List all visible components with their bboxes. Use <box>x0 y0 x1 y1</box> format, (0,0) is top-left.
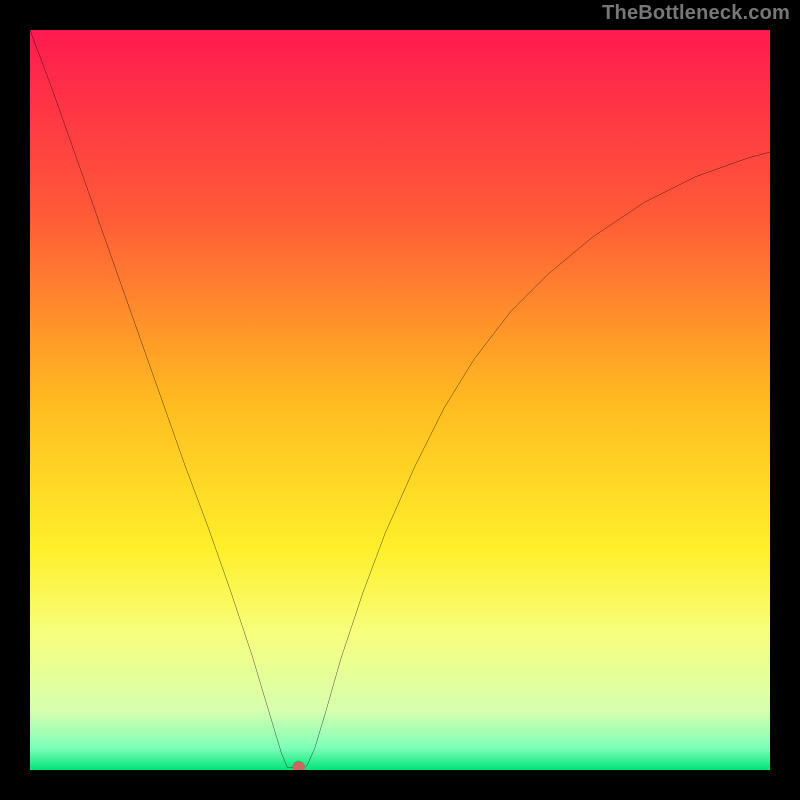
chart-frame: TheBottleneck.com <box>0 0 800 800</box>
watermark-text: TheBottleneck.com <box>602 2 790 25</box>
bottleneck-chart <box>30 30 770 770</box>
plot-background <box>30 30 770 770</box>
